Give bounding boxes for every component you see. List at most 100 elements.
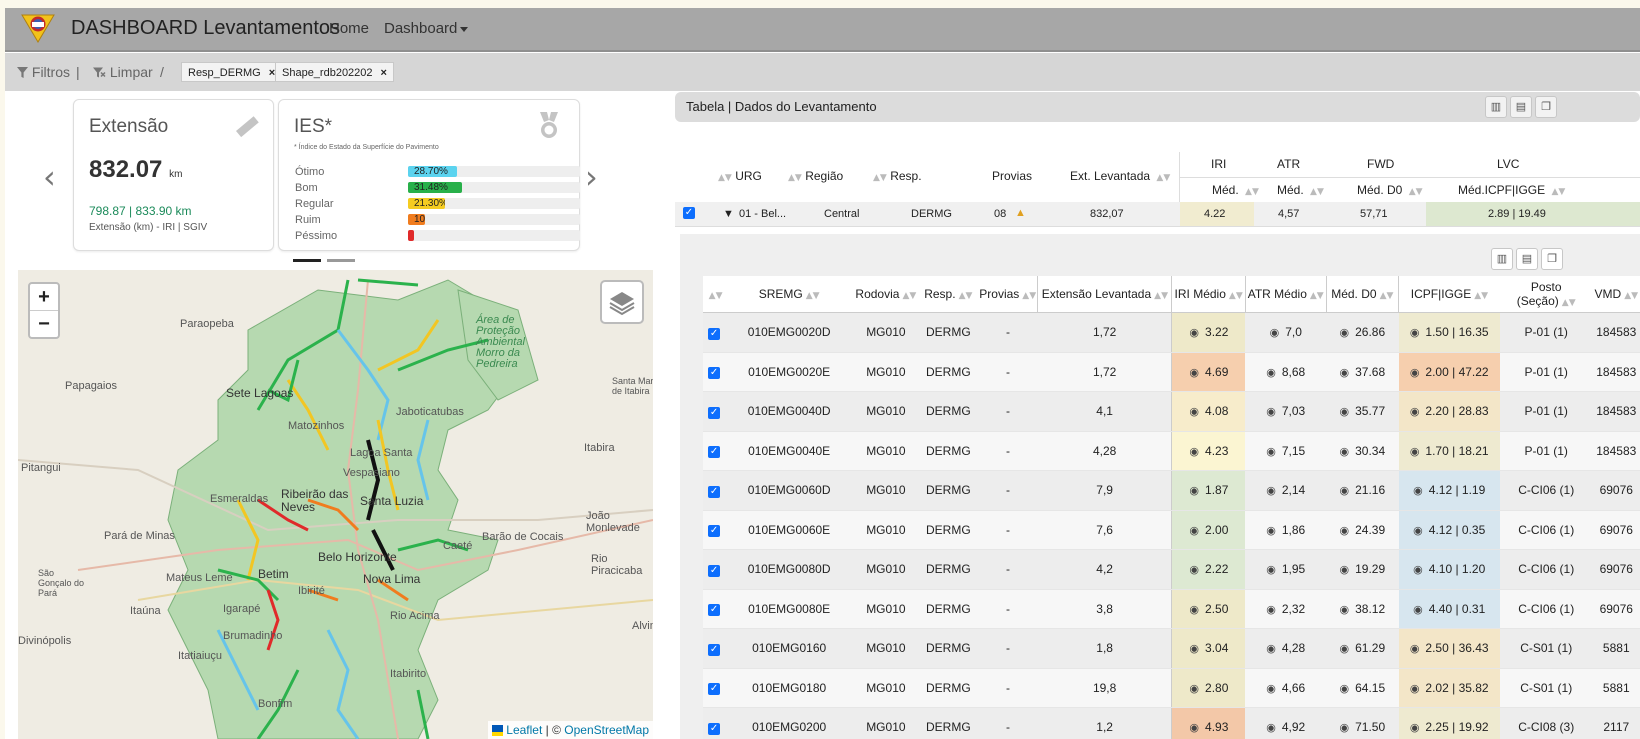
urg-header[interactable]: ▲▼ URG	[715, 169, 762, 183]
eye-icon[interactable]: ◉	[1339, 721, 1349, 734]
eye-icon[interactable]: ◉	[1189, 682, 1199, 695]
eye-icon[interactable]: ◉	[1266, 603, 1276, 616]
eye-icon[interactable]: ◉	[1189, 405, 1199, 418]
eye-icon[interactable]: ◉	[1189, 524, 1199, 537]
row-checkbox[interactable]: ✓	[708, 604, 721, 617]
row-checkbox[interactable]: ✓	[683, 207, 695, 219]
fwd-header[interactable]: Méd. D0 ▲▼	[1357, 183, 1423, 197]
summary-row[interactable]: ✓ ▼ 01 - Bel... Central DERMG 08 ▲ 832,0…	[675, 202, 1640, 227]
eye-icon[interactable]: ◉	[1266, 405, 1276, 418]
ext-header[interactable]: Ext. Levantada ▲▼	[1070, 169, 1170, 183]
select-all-header[interactable]: ▲▼	[703, 276, 726, 313]
export-excel-button[interactable]: ▥	[1491, 248, 1513, 270]
column-header[interactable]: ATR Médio ▲▼	[1244, 276, 1327, 313]
regiao-header[interactable]: ▲▼ Região	[785, 169, 843, 183]
eye-icon[interactable]: ◉	[1339, 366, 1349, 379]
eye-icon[interactable]: ◉	[1266, 366, 1276, 379]
export-csv-button[interactable]: ▤	[1516, 248, 1538, 270]
eye-icon[interactable]: ◉	[1410, 366, 1420, 379]
osm-link[interactable]: OpenStreetMap	[564, 723, 649, 737]
carousel-indicator[interactable]	[327, 259, 355, 262]
column-header[interactable]: Extensão Levantada ▲▼	[1037, 276, 1172, 313]
table-row[interactable]: ✓ 010EMG0020E MG010 DERMG - 1,72 ◉ 4.69 ◉ 8,68 ◉ 37…	[703, 352, 1640, 392]
eye-icon[interactable]: ◉	[1266, 682, 1276, 695]
nav-dashboard-dropdown[interactable]: Dashboard	[384, 20, 469, 37]
row-checkbox[interactable]: ✓	[708, 446, 721, 459]
column-header[interactable]: ICPF|IGGE ▲▼	[1398, 276, 1500, 313]
eye-icon[interactable]: ◉	[1189, 326, 1199, 339]
row-checkbox[interactable]: ✓	[708, 327, 721, 340]
export-csv-button[interactable]: ▤	[1510, 96, 1532, 118]
iri-header[interactable]: Méd. ▲▼	[1212, 183, 1259, 197]
column-header[interactable]: SREMG ▲▼	[725, 276, 854, 313]
resp-header[interactable]: ▲▼ Resp.	[870, 169, 922, 183]
eye-icon[interactable]: ◉	[1410, 642, 1420, 655]
map[interactable]: Paraopeba Papagaios Sete Lagoas Matozinhos J…	[18, 270, 653, 739]
eye-icon[interactable]: ◉	[1339, 445, 1349, 458]
eye-icon[interactable]: ◉	[1410, 405, 1420, 418]
column-header[interactable]: Provias ▲▼	[978, 276, 1038, 313]
eye-icon[interactable]: ◉	[1266, 445, 1276, 458]
row-checkbox[interactable]: ✓	[708, 525, 721, 538]
table-row[interactable]: ✓ 010EMG0040E MG010 DERMG - 4,28 ◉ 4.23 ◉ 7,15 ◉ 30…	[703, 431, 1640, 471]
eye-icon[interactable]: ◉	[1266, 484, 1276, 497]
carousel-indicator-active[interactable]	[293, 259, 321, 262]
row-checkbox[interactable]: ✓	[708, 683, 721, 696]
leaflet-link[interactable]: Leaflet	[506, 723, 542, 737]
row-checkbox[interactable]: ✓	[708, 485, 721, 498]
table-row[interactable]: ✓ 010EMG0200 MG010 DERMG - 1,2 ◉ 4.93 ◉ 4,92 ◉ 71.5…	[703, 707, 1640, 739]
brand-title[interactable]: DASHBOARD Levantamentos	[71, 17, 340, 40]
table-row[interactable]: ✓ 010EMG0020D MG010 DERMG - 1,72 ◉ 3.22 ◉ 7,0 ◉ 26.…	[703, 312, 1640, 353]
column-header[interactable]: Méd. D0 ▲▼	[1325, 276, 1399, 313]
export-excel-button[interactable]: ▥	[1485, 96, 1507, 118]
eye-icon[interactable]: ◉	[1410, 326, 1420, 339]
eye-icon[interactable]: ◉	[1266, 524, 1276, 537]
row-checkbox[interactable]: ✓	[708, 367, 721, 380]
eye-icon[interactable]: ◉	[1189, 563, 1199, 576]
table-row[interactable]: ✓ 010EMG0160 MG010 DERMG - 1,8 ◉ 3.04 ◉ 4,28 ◉ 61.2…	[703, 628, 1640, 669]
row-checkbox[interactable]: ✓	[708, 722, 721, 735]
eye-icon[interactable]: ◉	[1339, 524, 1349, 537]
column-header[interactable]: Posto (Seção) ▲▼	[1499, 276, 1593, 313]
eye-icon[interactable]: ◉	[1410, 445, 1420, 458]
filter-chip-shape[interactable]: Shape_rdb202202 ×	[275, 62, 394, 82]
eye-icon[interactable]: ◉	[1266, 642, 1276, 655]
table-row[interactable]: ✓ 010EMG0080E MG010 DERMG - 3,8 ◉ 2.50 ◉ 2,32 ◉ 38.…	[703, 589, 1640, 629]
column-header[interactable]: Resp. ▲▼	[918, 276, 979, 313]
eye-icon[interactable]: ◉	[1189, 721, 1199, 734]
copy-button[interactable]: ❐	[1541, 248, 1563, 270]
eye-icon[interactable]: ◉	[1339, 405, 1349, 418]
column-header[interactable]: Rodovia ▲▼	[853, 276, 919, 313]
table-row[interactable]: ✓ 010EMG0060E MG010 DERMG - 7,6 ◉ 2.00 ◉ 1,86 ◉ 24.…	[703, 510, 1640, 550]
table-row[interactable]: ✓ 010EMG0040D MG010 DERMG - 4,1 ◉ 4.08 ◉ 7,03 ◉ 35.…	[703, 391, 1640, 432]
eye-icon[interactable]: ◉	[1189, 484, 1199, 497]
eye-icon[interactable]: ◉	[1339, 682, 1349, 695]
table-row[interactable]: ✓ 010EMG0080D MG010 DERMG - 4,2 ◉ 2.22 ◉ 1,95 ◉ 19.…	[703, 549, 1640, 590]
zoom-out-button[interactable]: −	[30, 311, 58, 337]
eye-icon[interactable]: ◉	[1189, 366, 1199, 379]
column-header[interactable]: VMD ▲▼	[1592, 276, 1640, 313]
eye-icon[interactable]: ◉	[1413, 524, 1423, 537]
eye-icon[interactable]: ◉	[1413, 563, 1423, 576]
eye-icon[interactable]: ◉	[1339, 563, 1349, 576]
eye-icon[interactable]: ◉	[1410, 682, 1420, 695]
eye-icon[interactable]: ◉	[1189, 445, 1199, 458]
eye-icon[interactable]: ◉	[1339, 642, 1349, 655]
column-header[interactable]: IRI Médio ▲▼	[1171, 276, 1246, 313]
eye-icon[interactable]: ◉	[1410, 721, 1420, 734]
expand-row-icon[interactable]: ▼	[723, 208, 734, 220]
atr-header[interactable]: Méd. ▲▼	[1277, 183, 1324, 197]
provias-header[interactable]: Provias	[992, 169, 1032, 183]
clear-filters-button[interactable]: Limpar	[93, 64, 153, 80]
nav-home-link[interactable]: Home	[329, 20, 369, 37]
zoom-in-button[interactable]: +	[30, 284, 58, 311]
lvc-header[interactable]: Méd.ICPF|IGGE ▲▼	[1458, 183, 1565, 197]
filter-chip-resp[interactable]: Resp_DERMG ×	[181, 62, 283, 82]
carousel-next-arrow-icon[interactable]: ›	[585, 158, 598, 196]
copy-button[interactable]: ❐	[1535, 96, 1557, 118]
eye-icon[interactable]: ◉	[1189, 603, 1199, 616]
eye-icon[interactable]: ◉	[1266, 563, 1276, 576]
table-row[interactable]: ✓ 010EMG0060D MG010 DERMG - 7,9 ◉ 1.87 ◉ 2,14 ◉ 21.…	[703, 470, 1640, 511]
eye-icon[interactable]: ◉	[1189, 642, 1199, 655]
row-checkbox[interactable]: ✓	[708, 564, 721, 577]
